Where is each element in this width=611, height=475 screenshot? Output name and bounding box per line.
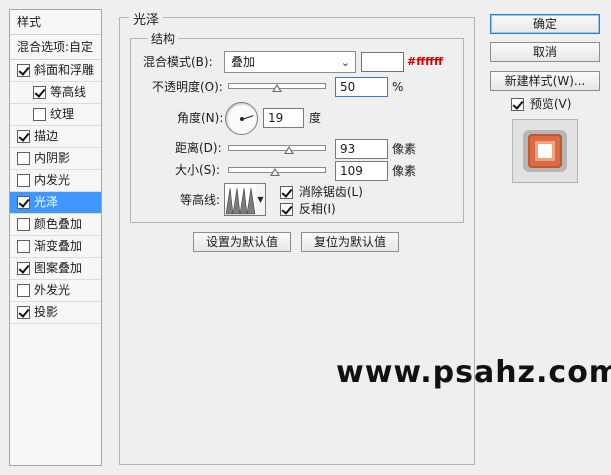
opacity-unit: % (392, 80, 404, 94)
invert-option[interactable]: 反相(I) (280, 202, 336, 216)
angle-dial[interactable] (225, 102, 258, 135)
style-item-checkbox[interactable] (17, 196, 30, 209)
angle-label: 角度(N): (177, 111, 224, 125)
anti-alias-option[interactable]: 消除锯齿(L) (280, 185, 363, 199)
structure-group-title: 结构 (148, 30, 179, 47)
style-item-checkbox[interactable] (33, 86, 46, 99)
contour-label: 等高线: (180, 193, 221, 207)
style-item-label: 图案叠加 (34, 261, 83, 275)
anti-alias-label: 消除锯齿(L) (298, 185, 363, 199)
style-item-checkbox[interactable] (17, 130, 30, 143)
style-item-label: 等高线 (50, 85, 87, 99)
size-slider-thumb[interactable] (270, 168, 281, 176)
style-item-checkbox[interactable] (17, 262, 30, 275)
preview-tile-inner (535, 141, 555, 161)
style-item-label: 内阴影 (34, 151, 71, 165)
color-annotation: #ffffff (407, 55, 443, 68)
opacity-input[interactable]: 50 (335, 77, 388, 97)
style-item-label: 颜色叠加 (34, 217, 83, 231)
distance-label: 距离(D): (175, 141, 222, 155)
watermark-text: www.psahz.com (336, 355, 611, 390)
style-preview-thumbnail (512, 119, 578, 183)
style-item[interactable]: 外发光 (10, 280, 101, 302)
chevron-down-icon: ⌄ (340, 56, 350, 69)
style-item-checkbox[interactable] (17, 240, 30, 253)
set-default-button[interactable]: 设置为默认值 (193, 232, 291, 252)
contour-curve-icon (225, 187, 256, 215)
opacity-slider-thumb[interactable] (272, 84, 282, 92)
invert-checkbox[interactable] (280, 203, 293, 216)
style-item-label: 内发光 (34, 173, 71, 187)
style-item[interactable]: 渐变叠加 (10, 236, 101, 258)
style-item-checkbox[interactable] (17, 218, 30, 231)
contour-picker[interactable] (224, 183, 257, 216)
size-label: 大小(S): (175, 163, 221, 177)
preview-label: 预览(V) (529, 97, 572, 111)
style-item[interactable]: 图案叠加 (10, 258, 101, 280)
distance-input[interactable]: 93 (335, 139, 388, 159)
distance-slider-thumb[interactable] (283, 146, 294, 154)
style-item-label: 纹理 (50, 107, 75, 121)
style-item[interactable]: 内阴影 (10, 148, 101, 170)
style-item-label: 光泽 (34, 195, 59, 209)
style-item-label: 斜面和浮雕 (34, 63, 95, 77)
blend-mode-value: 叠加 (231, 55, 256, 69)
style-item-label: 描边 (34, 129, 59, 143)
ok-button[interactable]: 确定 (490, 14, 600, 34)
style-item-checkbox[interactable] (33, 108, 46, 121)
style-item[interactable]: 光泽 (10, 192, 101, 214)
style-item-checkbox[interactable] (17, 152, 30, 165)
style-item[interactable]: 描边 (10, 126, 101, 148)
distance-unit: 像素 (392, 142, 417, 156)
style-item-checkbox[interactable] (17, 306, 30, 319)
angle-input[interactable]: 19 (263, 108, 304, 128)
style-item-label: 渐变叠加 (34, 239, 83, 253)
invert-label: 反相(I) (298, 202, 336, 216)
styles-list-panel: 样式 混合选项:自定 斜面和浮雕等高线纹理描边内阴影内发光光泽颜色叠加渐变叠加图… (9, 9, 102, 466)
blend-color-swatch[interactable] (361, 52, 404, 72)
new-style-button[interactable]: 新建样式(W)... (490, 71, 600, 91)
style-item-label: 投影 (34, 305, 59, 319)
opacity-label: 不透明度(O): (152, 80, 223, 94)
style-item[interactable]: 等高线 (10, 82, 101, 104)
angle-unit: 度 (309, 111, 322, 125)
blend-mode-select[interactable]: 叠加 ⌄ (224, 51, 356, 73)
cancel-button[interactable]: 取消 (490, 42, 600, 62)
anti-alias-checkbox[interactable] (280, 186, 293, 199)
style-item-checkbox[interactable] (17, 284, 30, 297)
angle-center-dot (240, 117, 244, 121)
style-item-label: 外发光 (34, 283, 71, 297)
style-items-list: 斜面和浮雕等高线纹理描边内阴影内发光光泽颜色叠加渐变叠加图案叠加外发光投影 (10, 60, 101, 324)
distance-slider-track[interactable] (228, 145, 326, 151)
style-item[interactable]: 颜色叠加 (10, 214, 101, 236)
preview-checkbox[interactable] (511, 98, 524, 111)
blend-mode-label: 混合模式(B): (143, 55, 213, 69)
blending-options-item[interactable]: 混合选项:自定 (10, 35, 101, 60)
style-item-checkbox[interactable] (17, 174, 30, 187)
style-item-checkbox[interactable] (17, 64, 30, 77)
style-item[interactable]: 内发光 (10, 170, 101, 192)
reset-default-button[interactable]: 复位为默认值 (301, 232, 399, 252)
size-input[interactable]: 109 (335, 161, 388, 181)
style-item[interactable]: 斜面和浮雕 (10, 60, 101, 82)
styles-header[interactable]: 样式 (10, 10, 101, 35)
satin-group-title: 光泽 (129, 9, 164, 28)
style-item[interactable]: 纹理 (10, 104, 101, 126)
preview-option[interactable]: 预览(V) (511, 97, 571, 111)
size-unit: 像素 (392, 164, 417, 178)
style-item[interactable]: 投影 (10, 302, 101, 324)
contour-dropdown-arrow-icon[interactable]: ▼ (256, 183, 266, 216)
